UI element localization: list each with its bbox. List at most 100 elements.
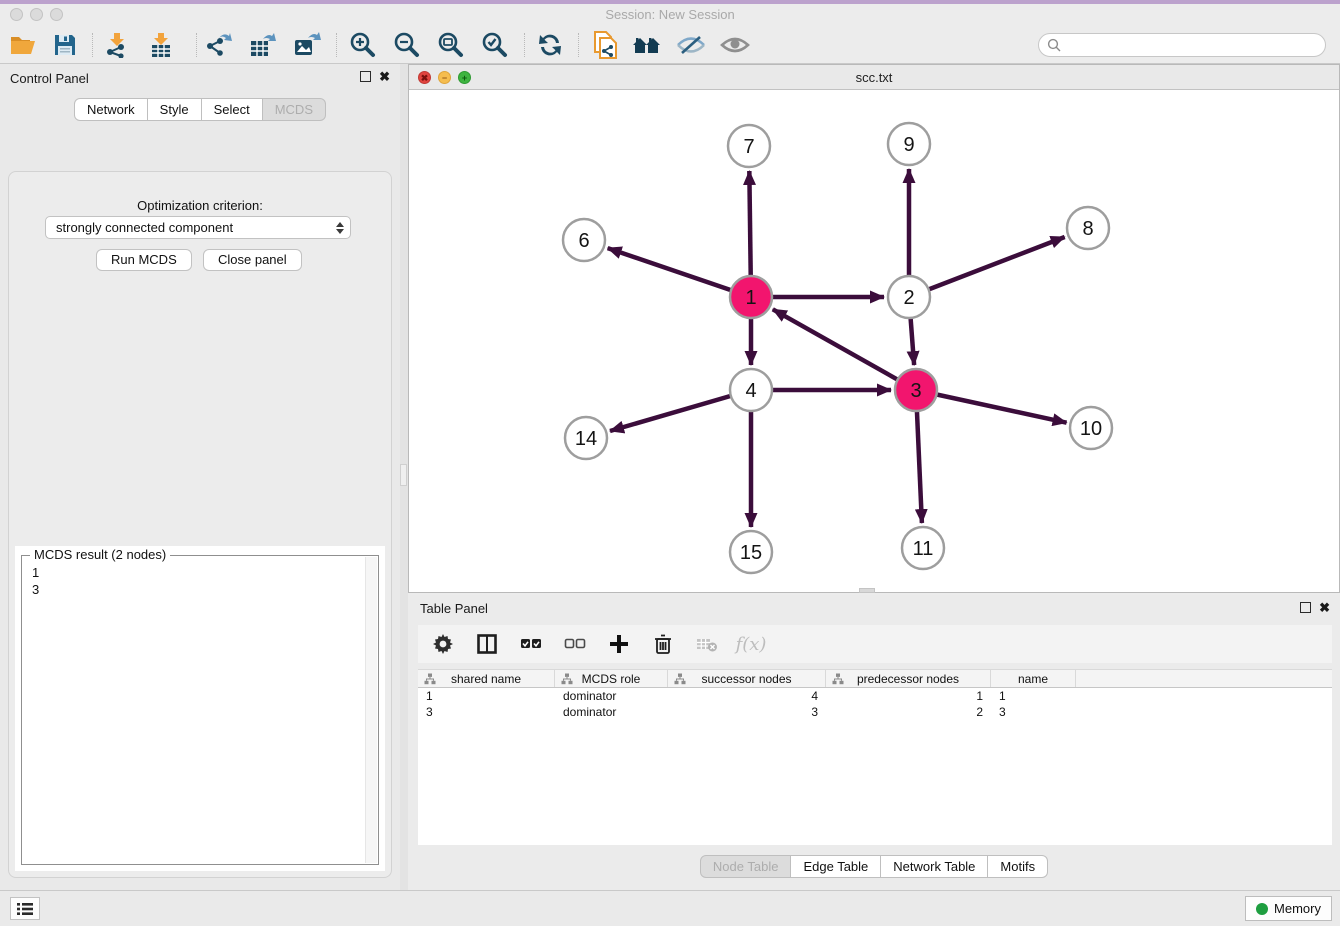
cell-name[interactable]: 3 — [991, 704, 1076, 720]
cell-predecessor-nodes[interactable]: 1 — [826, 688, 991, 704]
app-titlebar: Session: New Session — [0, 4, 1340, 26]
close-table-panel-icon[interactable]: ✖ — [1319, 602, 1330, 613]
vertical-splitter[interactable] — [400, 64, 408, 890]
table-row[interactable]: 1dominator411 — [418, 688, 1332, 704]
list-icon — [16, 902, 34, 916]
search-input[interactable] — [1065, 38, 1325, 52]
delete-column-icon[interactable] — [694, 631, 720, 657]
tab-mcds[interactable]: MCDS — [263, 98, 326, 121]
control-panel: Control Panel ✖ NetworkStyleSelectMCDS O… — [0, 64, 400, 890]
tab-motifs[interactable]: Motifs — [988, 855, 1048, 878]
copy-view-icon[interactable] — [590, 31, 620, 59]
edge-1-6[interactable] — [608, 248, 751, 297]
toolbar-separator — [578, 33, 579, 57]
column-header-shared-name[interactable]: shared name — [418, 670, 555, 687]
column-header-predecessor-nodes[interactable]: predecessor nodes — [826, 670, 991, 687]
memory-button[interactable]: Memory — [1245, 896, 1332, 921]
edge-3-10[interactable] — [916, 390, 1067, 423]
window-zoom-button[interactable] — [50, 8, 63, 21]
node-table: shared nameMCDS rolesuccessor nodesprede… — [418, 669, 1332, 845]
column-header-MCDS-role[interactable]: MCDS role — [555, 670, 668, 687]
criterion-value: strongly connected component — [56, 220, 233, 235]
node-label-1: 1 — [745, 287, 756, 309]
splitter-handle[interactable] — [400, 464, 407, 486]
result-item: 3 — [32, 581, 368, 598]
tab-select[interactable]: Select — [202, 98, 263, 121]
network-window-titlebar[interactable]: ✖ − + scc.txt — [409, 65, 1339, 90]
status-bar: Memory — [0, 890, 1340, 926]
function-builder-icon[interactable]: f(x) — [738, 631, 764, 657]
cell-shared-name[interactable]: 3 — [418, 704, 555, 720]
node-label-15: 15 — [740, 542, 762, 564]
network-maximize-icon[interactable]: + — [458, 71, 471, 84]
close-panel-button[interactable]: Close panel — [203, 249, 302, 271]
table-toolbar: f(x) — [418, 625, 1332, 663]
export-network-icon[interactable] — [204, 31, 234, 59]
import-table-icon[interactable] — [146, 31, 176, 59]
tab-node-table[interactable]: Node Table — [700, 855, 792, 878]
tab-network[interactable]: Network — [74, 98, 148, 121]
node-table-body: 1dominator4113dominator323 — [418, 688, 1332, 720]
criterion-select[interactable]: strongly connected component — [45, 216, 351, 239]
column-header-name[interactable]: name — [991, 670, 1076, 687]
tab-edge-table[interactable]: Edge Table — [791, 855, 881, 878]
close-panel-icon[interactable]: ✖ — [379, 71, 390, 82]
export-table-icon[interactable] — [248, 31, 278, 59]
network-window-title: scc.txt — [409, 65, 1339, 90]
network-graph[interactable]: 7968124314101511 — [409, 90, 1339, 592]
tab-style[interactable]: Style — [148, 98, 202, 121]
window-close-button[interactable] — [10, 8, 23, 21]
cell-MCDS-role[interactable]: dominator — [555, 688, 668, 704]
edge-3-1[interactable] — [773, 309, 916, 390]
save-session-icon[interactable] — [50, 31, 80, 59]
search-box[interactable] — [1038, 33, 1326, 57]
cell-MCDS-role[interactable]: dominator — [555, 704, 668, 720]
show-graphics-icon[interactable] — [720, 31, 750, 59]
refresh-icon[interactable] — [535, 31, 565, 59]
select-all-icon[interactable] — [518, 631, 544, 657]
zoom-selected-icon[interactable] — [480, 31, 510, 59]
task-history-button[interactable] — [10, 897, 40, 920]
cell-successor-nodes[interactable]: 4 — [668, 688, 826, 704]
float-table-panel-icon[interactable] — [1300, 602, 1311, 613]
zoom-in-icon[interactable] — [348, 31, 378, 59]
window-minimize-button[interactable] — [30, 8, 43, 21]
column-header-successor-nodes[interactable]: successor nodes — [668, 670, 826, 687]
hide-graphics-icon[interactable] — [676, 31, 706, 59]
show-columns-icon[interactable] — [474, 631, 500, 657]
node-label-3: 3 — [910, 380, 921, 402]
cell-name[interactable]: 1 — [991, 688, 1076, 704]
export-image-icon[interactable] — [292, 31, 322, 59]
delete-row-icon[interactable] — [650, 631, 676, 657]
run-mcds-button[interactable]: Run MCDS — [96, 249, 192, 271]
import-network-icon[interactable] — [102, 31, 132, 59]
horizontal-splitter-handle[interactable] — [859, 588, 875, 593]
table-panel: Table Panel ✖ f(x) shared nameMCDS rol — [408, 595, 1340, 890]
table-row[interactable]: 3dominator323 — [418, 704, 1332, 720]
open-session-icon[interactable] — [8, 31, 38, 59]
zoom-fit-icon[interactable] — [436, 31, 466, 59]
zoom-out-icon[interactable] — [392, 31, 422, 59]
unselect-all-icon[interactable] — [562, 631, 588, 657]
edge-2-8[interactable] — [909, 237, 1065, 297]
cell-successor-nodes[interactable]: 3 — [668, 704, 826, 720]
network-close-icon[interactable]: ✖ — [418, 71, 431, 84]
node-label-7: 7 — [743, 136, 754, 158]
memory-label: Memory — [1274, 901, 1321, 916]
control-panel-title: Control Panel — [10, 71, 89, 86]
table-settings-icon[interactable] — [430, 631, 456, 657]
node-label-8: 8 — [1082, 218, 1093, 240]
select-stepper-icon — [336, 222, 344, 234]
tab-network-table[interactable]: Network Table — [881, 855, 988, 878]
home-layout-icon[interactable] — [632, 31, 662, 59]
result-scrollbar[interactable] — [365, 557, 377, 863]
cell-shared-name[interactable]: 1 — [418, 688, 555, 704]
network-minimize-icon[interactable]: − — [438, 71, 451, 84]
mcds-panel: Optimization criterion: strongly connect… — [8, 171, 392, 878]
network-canvas[interactable]: 7968124314101511 — [409, 90, 1339, 592]
float-panel-icon[interactable] — [360, 71, 371, 82]
table-panel-tabs: Node TableEdge TableNetwork TableMotifs — [408, 855, 1340, 878]
add-row-icon[interactable] — [606, 631, 632, 657]
node-label-10: 10 — [1080, 418, 1102, 440]
cell-predecessor-nodes[interactable]: 2 — [826, 704, 991, 720]
